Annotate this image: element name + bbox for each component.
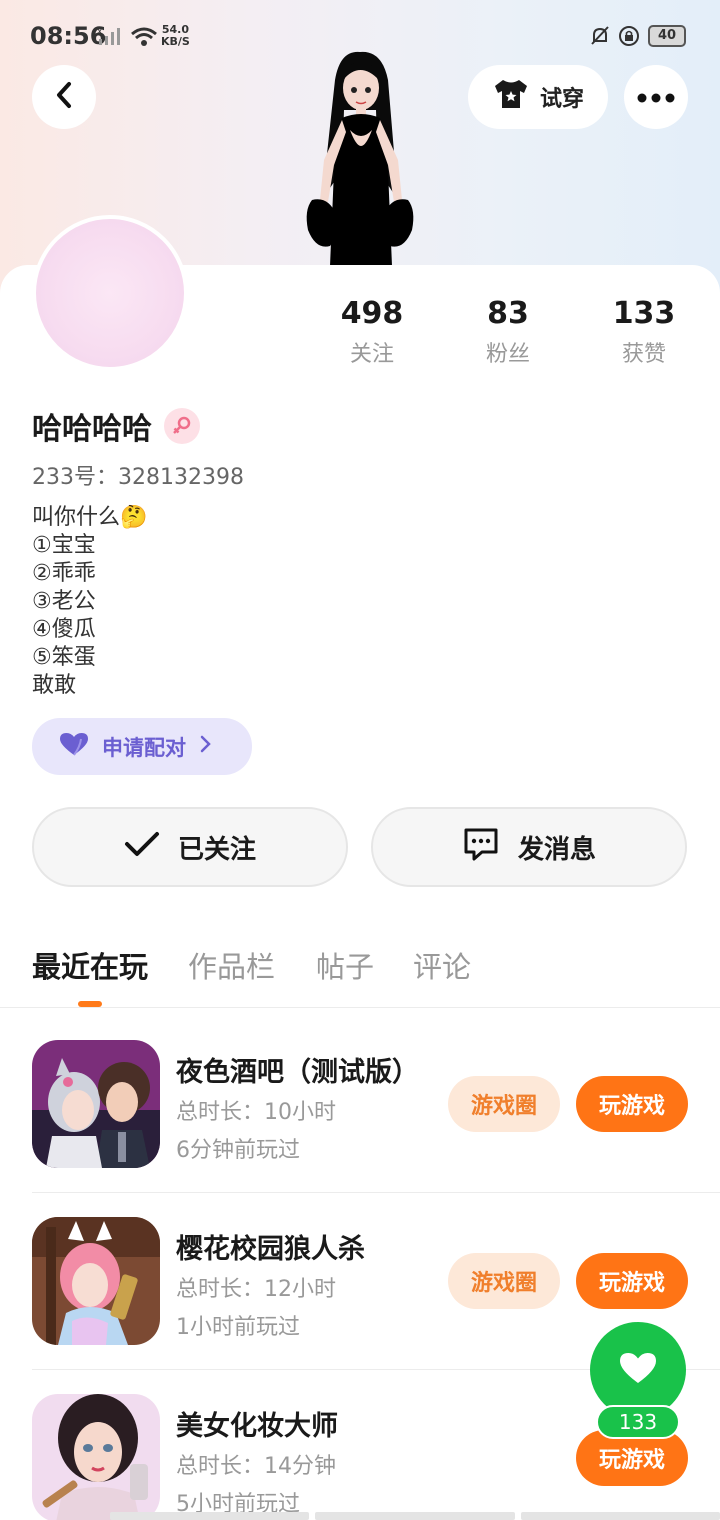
game-circle-button[interactable]: 游戏圈 <box>448 1253 560 1309</box>
bell-muted-icon <box>588 24 612 52</box>
network-speed-unit: KB/S <box>161 35 190 48</box>
tab-recently-played[interactable]: 最近在玩 <box>32 944 148 986</box>
bio-line: 敢敢 <box>32 673 77 698</box>
female-icon <box>164 408 200 444</box>
game-icon-sakura-werewolf[interactable] <box>32 1217 160 1345</box>
send-message-button[interactable]: 发消息 <box>371 807 687 887</box>
avatar-character-figure[interactable] <box>280 50 440 266</box>
send-message-label: 发消息 <box>517 834 596 865</box>
game-total-duration: 总时长：10小时 <box>176 1100 336 1125</box>
username: 哈哈哈哈 <box>32 412 152 447</box>
svg-text:x: x <box>97 27 103 37</box>
play-game-button[interactable]: 玩游戏 <box>576 1253 688 1309</box>
username-row: 哈哈哈哈 <box>32 404 200 448</box>
network-speed: 54.0 KB/S <box>161 24 190 48</box>
game-total-duration: 总时长：14分钟 <box>176 1454 336 1479</box>
signal-icon: x <box>97 26 123 50</box>
stat-following-label: 关注 <box>349 342 394 367</box>
check-icon <box>124 830 160 865</box>
heart-icon <box>618 1351 658 1389</box>
more-dots-icon <box>636 88 676 107</box>
stat-likes-label: 获赞 <box>621 342 666 367</box>
heart-icon <box>58 731 90 762</box>
bio-line: ②乖乖 <box>32 561 96 586</box>
like-button[interactable] <box>590 1322 686 1418</box>
avatar[interactable] <box>32 215 188 371</box>
stat-fans[interactable]: 83 粉丝 <box>438 296 578 368</box>
game-icon-makeup-master[interactable] <box>32 1394 160 1520</box>
chevron-right-icon <box>198 734 212 759</box>
bio: 叫你什么🤔 ①宝宝 ②乖乖 ③老公 ④傻瓜 ⑤笨蛋 敢敢 <box>32 504 147 700</box>
stat-likes-value: 133 <box>612 296 676 331</box>
tshirt-icon <box>492 78 530 116</box>
tab-works[interactable]: 作品栏 <box>188 944 275 986</box>
stat-fans-value: 83 <box>487 296 529 331</box>
back-arrow-icon <box>52 80 76 114</box>
bio-line: 叫你什么🤔 <box>32 505 148 530</box>
more-options-button[interactable] <box>624 65 688 129</box>
play-game-button[interactable]: 玩游戏 <box>576 1076 688 1132</box>
game-icon-night-bar[interactable] <box>32 1040 160 1168</box>
tab-comments[interactable]: 评论 <box>413 944 471 986</box>
list-divider <box>32 1192 720 1193</box>
list-item[interactable]: 夜色酒吧（测试版） 总时长：10小时 6分钟前玩过 游戏圈 玩游戏 <box>0 1040 720 1216</box>
status-time: 08:56 <box>30 22 107 50</box>
stat-following-value: 498 <box>340 296 404 331</box>
game-circle-button[interactable]: 游戏圈 <box>448 1076 560 1132</box>
game-last-played: 1小时前玩过 <box>176 1315 300 1340</box>
battery-icon: 40 <box>648 25 686 47</box>
user-id: 233号：328132398 <box>32 465 244 490</box>
stat-fans-label: 粉丝 <box>485 342 530 367</box>
tab-divider <box>0 1007 720 1008</box>
bio-line: ①宝宝 <box>32 533 96 558</box>
game-title: 美女化妆大师 <box>176 1411 338 1442</box>
tab-posts[interactable]: 帖子 <box>316 944 374 986</box>
try-on-label: 试穿 <box>539 87 584 112</box>
like-count: 133 <box>596 1405 680 1439</box>
bottom-scroll-hint <box>0 1512 720 1520</box>
bio-line: ③老公 <box>32 589 96 614</box>
game-last-played: 6分钟前玩过 <box>176 1138 300 1163</box>
bio-line: ④傻瓜 <box>32 617 96 642</box>
game-title: 樱花校园狼人杀 <box>176 1234 365 1265</box>
stat-following[interactable]: 498 关注 <box>302 296 442 368</box>
followed-button[interactable]: 已关注 <box>32 807 348 887</box>
profile-stats: 498 关注 83 粉丝 133 获赞 <box>300 296 720 376</box>
bio-line: ⑤笨蛋 <box>32 645 96 670</box>
request-pair-button[interactable]: 申请配对 <box>32 718 252 775</box>
game-total-duration: 总时长：12小时 <box>176 1277 336 1302</box>
stat-likes[interactable]: 133 获赞 <box>574 296 714 368</box>
try-on-button[interactable]: 试穿 <box>468 65 608 129</box>
game-title: 夜色酒吧（测试版） <box>176 1057 419 1088</box>
followed-label: 已关注 <box>177 834 256 865</box>
wifi-icon <box>130 26 158 52</box>
back-button[interactable] <box>32 65 96 129</box>
lock-rotate-icon <box>617 24 641 52</box>
request-pair-label: 申请配对 <box>102 735 186 760</box>
chat-bubble-icon <box>462 826 500 869</box>
